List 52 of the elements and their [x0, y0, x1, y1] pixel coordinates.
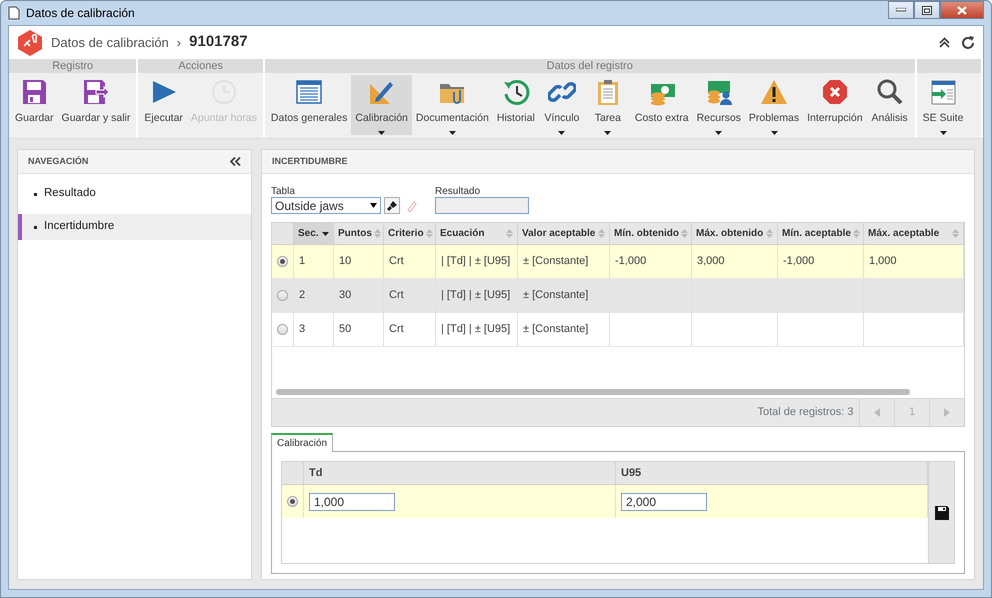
navigation-item[interactable]: Resultado — [18, 181, 251, 207]
column-header[interactable]: Criterio — [384, 223, 436, 245]
tab[interactable]: Calibración — [271, 433, 334, 452]
group-title: Datos del registro — [546, 60, 633, 72]
input-field[interactable]: 2,000 — [621, 492, 707, 510]
panel-title: INCERTIDUMBRE — [272, 154, 348, 168]
navigation-item[interactable]: Incertidumbre — [18, 214, 251, 240]
toolbar-button[interactable]: Problemas — [744, 75, 804, 135]
breadcrumb-separator: › — [176, 34, 182, 52]
column-header[interactable]: Ecuación — [436, 223, 518, 245]
table-row[interactable]: 1 10 Crt | [Td] | ± [U95] ± [Constante] -1,000 3,000 -1,000 1,000 — [272, 245, 964, 279]
toolbar-button[interactable]: Historial — [492, 75, 539, 135]
column-header[interactable]: Máx. aceptable — [864, 223, 964, 245]
toolbar-button[interactable]: SE Suite — [918, 75, 968, 135]
toolbar-button[interactable]: Guardar — [11, 75, 58, 135]
toolbar-button[interactable]: Costo extra — [630, 75, 693, 135]
column-header[interactable]: Mín. obtenido — [610, 223, 692, 245]
panel-title: NAVEGACIÓN — [28, 154, 88, 168]
column-header[interactable]: Máx. obtenido — [692, 223, 778, 245]
group-title: Acciones — [178, 60, 223, 72]
field-label: Resultado — [435, 186, 482, 197]
column-header[interactable]: Valor aceptable — [518, 223, 610, 245]
column-header: U95 — [616, 462, 928, 485]
breadcrumb-link[interactable]: Datos de calibración — [51, 32, 169, 52]
table-cell: | [Td] | ± [U95] — [436, 313, 518, 347]
toolbar-button[interactable]: Calibración — [351, 75, 412, 135]
table-row[interactable]: 2 30 Crt | [Td] | ± [U95] ± [Constante] — [272, 279, 964, 313]
toolbar-button[interactable]: Análisis — [866, 75, 913, 135]
table-cell: 3 — [294, 313, 334, 347]
toolbar-button[interactable]: Interrupción — [803, 75, 867, 135]
group-title: Registro — [52, 60, 94, 72]
input-field[interactable]: 1,000 — [309, 492, 395, 510]
column-header: Td — [304, 462, 616, 485]
toolbar-button[interactable]: Tarea — [584, 75, 631, 135]
toolbar-button[interactable]: Datos generales — [266, 75, 352, 135]
toolbar-button[interactable]: Recursos — [692, 75, 745, 135]
record-number: 9101787 — [189, 32, 248, 52]
toolbar-button[interactable]: Ejecutar — [140, 75, 187, 135]
toolbar-button[interactable]: Documentación — [412, 75, 493, 135]
column-header[interactable]: Puntos — [334, 223, 384, 245]
field-label: Tabla — [271, 186, 296, 197]
window-title: Datos de calibración — [26, 5, 135, 22]
table-cell: ± [Constante] — [518, 313, 610, 347]
toolbar-button[interactable]: Guardar y salir — [58, 75, 134, 135]
table-cell: Crt — [384, 313, 436, 347]
table-select[interactable]: Outside jaws — [271, 197, 381, 214]
record-count: Total de registros: 3 — [758, 405, 854, 420]
table-cell: 50 — [334, 313, 384, 347]
column-header[interactable]: Sec. — [294, 223, 334, 245]
table-row[interactable]: 3 50 Crt | [Td] | ± [U95] ± [Constante] — [272, 313, 964, 347]
column-header[interactable]: Mín. aceptable — [778, 223, 864, 245]
toolbar-button[interactable]: Vínculo — [538, 75, 585, 135]
